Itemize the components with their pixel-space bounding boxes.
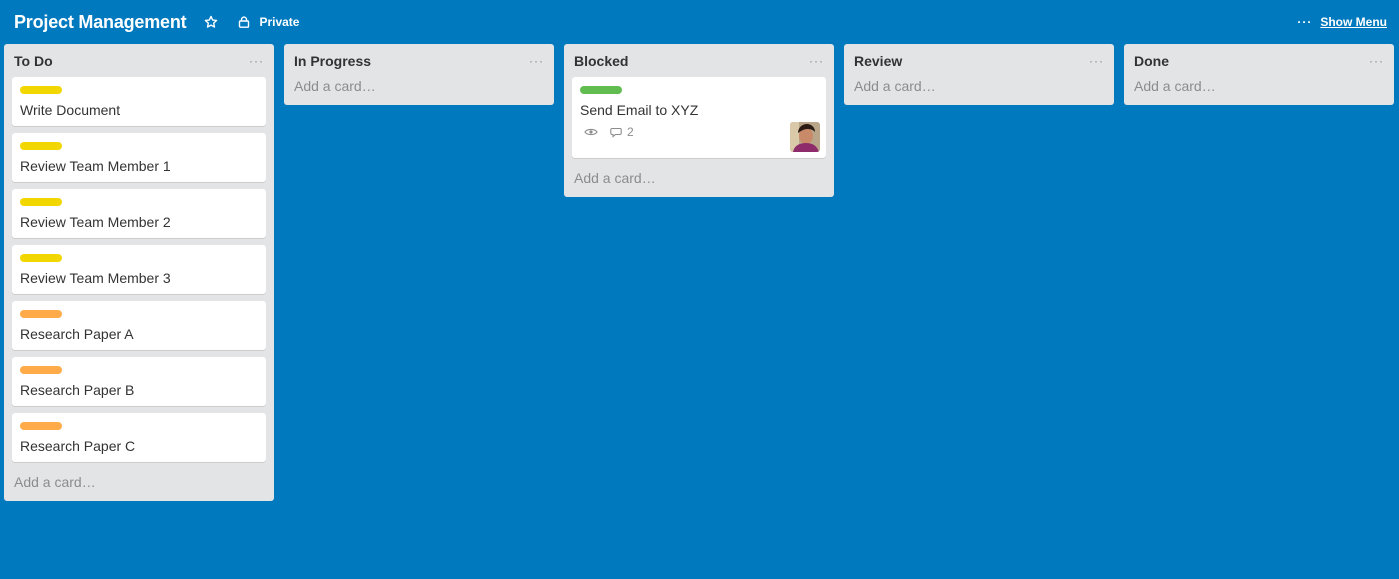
card[interactable]: Review Team Member 1 [12, 133, 266, 182]
card-title: Send Email to XYZ [580, 102, 699, 118]
comment-icon [610, 127, 622, 138]
card[interactable]: Research Paper C [12, 413, 266, 462]
card-badges: 2 [580, 124, 818, 140]
list-menu-icon[interactable]: ··· [249, 55, 266, 67]
list-menu-icon[interactable]: ··· [1369, 55, 1386, 67]
list-to-do: To Do ··· Write Document Review Team Mem… [4, 44, 274, 501]
list-title[interactable]: Blocked [574, 53, 628, 69]
list-header: In Progress ··· [292, 44, 546, 77]
card-label [580, 86, 622, 94]
visibility-label: Private [259, 15, 300, 29]
show-menu-label: Show Menu [1320, 15, 1387, 29]
list-menu-icon[interactable]: ··· [809, 55, 826, 67]
add-card-button[interactable]: Add a card… [572, 165, 826, 189]
card-title: Research Paper C [20, 438, 136, 454]
card[interactable]: Research Paper A [12, 301, 266, 350]
card-title: Review Team Member 1 [20, 158, 171, 174]
card-label [20, 86, 62, 94]
card[interactable]: Write Document [12, 77, 266, 126]
card[interactable]: Research Paper B [12, 357, 266, 406]
card-title: Research Paper B [20, 382, 135, 398]
eye-icon [584, 128, 598, 136]
card-title: Review Team Member 2 [20, 214, 171, 230]
star-button[interactable] [204, 15, 238, 29]
add-card-button[interactable]: Add a card… [12, 469, 266, 493]
show-menu-button[interactable]: ··· Show Menu [1297, 15, 1387, 29]
star-icon [205, 15, 218, 28]
list-menu-icon[interactable]: ··· [1089, 55, 1106, 67]
card-title: Review Team Member 3 [20, 270, 171, 286]
list-title[interactable]: Done [1134, 53, 1169, 69]
avatar-image [790, 122, 820, 152]
add-card-button[interactable]: Add a card… [1132, 77, 1386, 97]
card-title: Write Document [20, 102, 121, 118]
list-header: Review ··· [852, 44, 1106, 77]
list-header: Blocked ··· [572, 44, 826, 77]
list-in-progress: In Progress ··· Add a card… [284, 44, 554, 105]
list-header: Done ··· [1132, 44, 1386, 77]
card-label [20, 366, 62, 374]
list-header: To Do ··· [12, 44, 266, 77]
card[interactable]: Review Team Member 3 [12, 245, 266, 294]
list-blocked: Blocked ··· Send Email to XYZ 2 Add a ca… [564, 44, 834, 197]
list-done: Done ··· Add a card… [1124, 44, 1394, 105]
card-label [20, 422, 62, 430]
add-card-button[interactable]: Add a card… [292, 77, 546, 97]
card-label [20, 310, 62, 318]
card[interactable]: Review Team Member 2 [12, 189, 266, 238]
card[interactable]: Send Email to XYZ 2 [572, 77, 826, 158]
list-review: Review ··· Add a card… [844, 44, 1114, 105]
comment-count: 2 [627, 125, 634, 139]
card-title: Research Paper A [20, 326, 134, 342]
card-label [20, 254, 62, 262]
board-title[interactable]: Project Management [14, 13, 187, 31]
avatar[interactable] [790, 122, 820, 152]
more-icon: ··· [1297, 15, 1313, 29]
add-card-button[interactable]: Add a card… [852, 77, 1106, 97]
visibility-button[interactable]: Private [238, 15, 299, 29]
card-label [20, 198, 62, 206]
list-menu-icon[interactable]: ··· [529, 55, 546, 67]
list-title[interactable]: To Do [14, 53, 53, 69]
list-title[interactable]: In Progress [294, 53, 371, 69]
card-label [20, 142, 62, 150]
lock-icon [239, 16, 250, 28]
list-title[interactable]: Review [854, 53, 902, 69]
board-header: Project Management Private ··· Show Menu [0, 0, 1399, 44]
